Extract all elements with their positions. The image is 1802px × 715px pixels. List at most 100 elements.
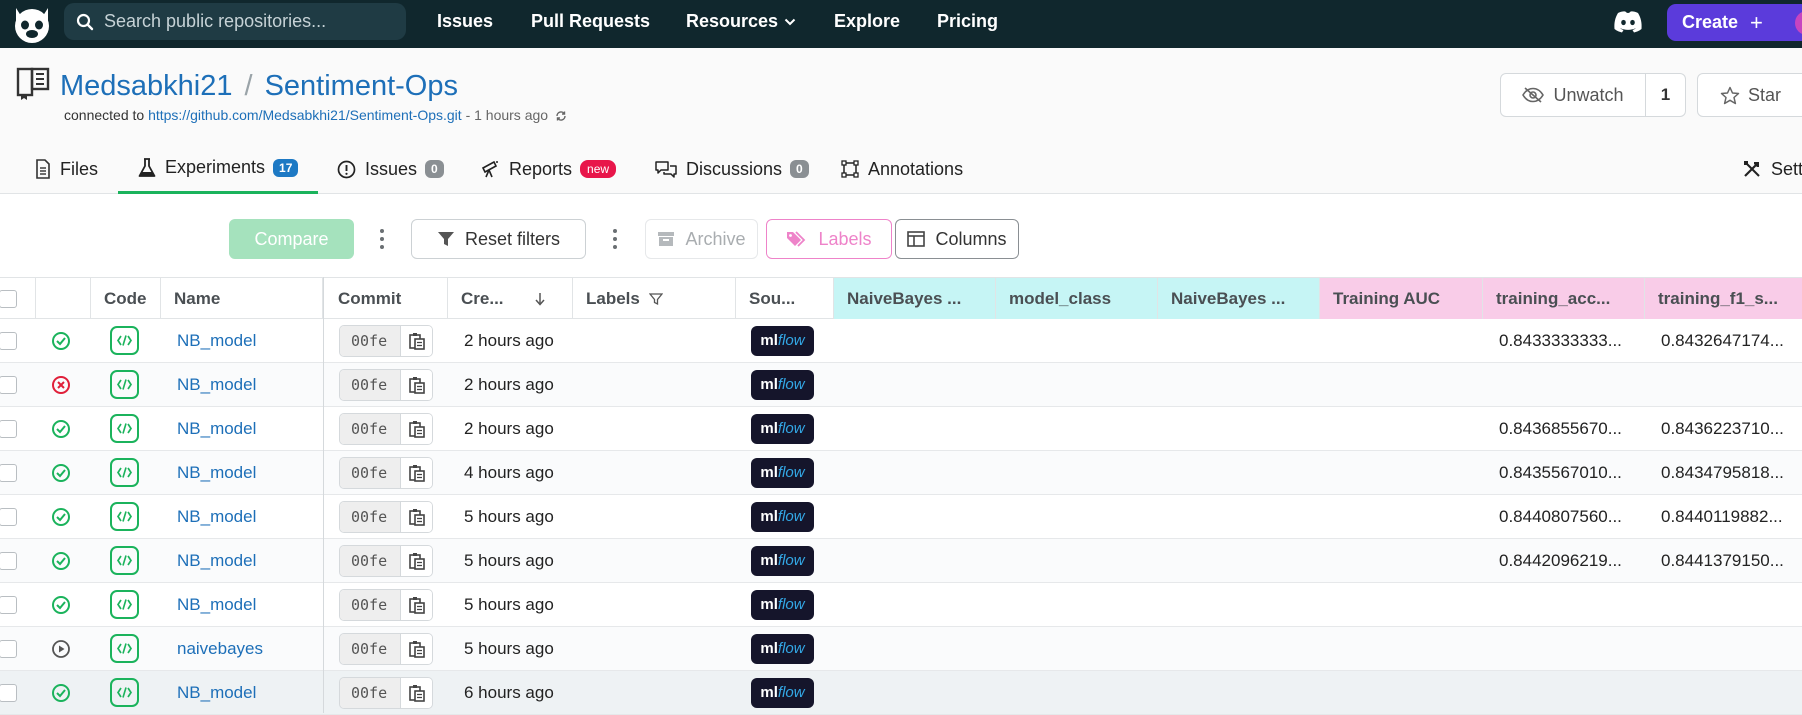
metric-header-training-f1[interactable]: training_f1_s...	[1645, 278, 1802, 319]
copy-icon[interactable]	[400, 325, 432, 356]
tab-settings[interactable]: Setti	[1742, 144, 1802, 194]
experiment-name-link[interactable]: NB_model	[177, 595, 256, 615]
commit-hash[interactable]: 00fe	[340, 413, 400, 444]
row-checkbox[interactable]	[0, 419, 17, 438]
star-button[interactable]: Star	[1697, 73, 1802, 117]
row-checkbox[interactable]	[0, 551, 17, 570]
source-header[interactable]: Sou...	[736, 278, 834, 319]
compare-button[interactable]: Compare	[229, 219, 354, 259]
copy-icon[interactable]	[400, 545, 432, 576]
row-checkbox[interactable]	[0, 375, 17, 394]
param-header-model-class[interactable]: model_class	[996, 278, 1158, 319]
experiment-name-link[interactable]: NB_model	[177, 507, 256, 527]
code-icon[interactable]	[110, 634, 139, 663]
commit-hash[interactable]: 00fe	[340, 589, 400, 620]
copy-icon[interactable]	[400, 677, 432, 708]
reset-filters-button[interactable]: Reset filters	[411, 219, 586, 259]
code-icon[interactable]	[110, 590, 139, 619]
experiment-name-link[interactable]: NB_model	[177, 331, 256, 351]
filters-menu-icon[interactable]	[612, 229, 618, 249]
table-row[interactable]: NB_model 00fe 2 hours ago ml flow	[0, 363, 1802, 407]
experiment-name-link[interactable]: NB_model	[177, 551, 256, 571]
commit-hash[interactable]: 00fe	[340, 457, 400, 488]
search-input[interactable]	[104, 11, 394, 32]
filter-outline-icon[interactable]	[648, 292, 663, 306]
table-row[interactable]: NB_model 00fe 2 hours ago ml flow 0.843333333…	[0, 319, 1802, 363]
copy-icon[interactable]	[400, 413, 432, 444]
commit-hash[interactable]: 00fe	[340, 325, 400, 356]
row-checkbox[interactable]	[0, 639, 17, 658]
table-row[interactable]: NB_model 00fe 4 hours ago ml flow 0.843556701…	[0, 451, 1802, 495]
experiment-name-link[interactable]: NB_model	[177, 683, 256, 703]
created-header[interactable]: Cre...	[448, 278, 573, 319]
tab-discussions[interactable]: Discussions 0	[655, 144, 809, 194]
table-row[interactable]: NB_model 00fe 5 hours ago ml flow 0.844209621…	[0, 539, 1802, 583]
commit-hash[interactable]: 00fe	[340, 545, 400, 576]
tab-reports[interactable]: Reports new	[480, 144, 617, 194]
code-icon[interactable]	[110, 546, 139, 575]
tab-files[interactable]: Files	[35, 144, 98, 194]
experiment-name-link[interactable]: NB_model	[177, 419, 256, 439]
sort-down-icon[interactable]	[534, 292, 546, 306]
row-checkbox[interactable]	[0, 463, 17, 482]
commit-header[interactable]: Commit	[325, 278, 448, 319]
labels-header[interactable]: Labels	[573, 278, 736, 319]
row-checkbox[interactable]	[0, 595, 17, 614]
discord-icon[interactable]	[1613, 10, 1643, 34]
param-header-naivebayes-1[interactable]: NaiveBayes ...	[834, 278, 996, 319]
tab-annotations[interactable]: Annotations	[841, 144, 963, 194]
nav-pull-requests[interactable]: Pull Requests	[531, 11, 650, 32]
commit-hash[interactable]: 00fe	[340, 369, 400, 400]
copy-icon[interactable]	[400, 369, 432, 400]
code-icon[interactable]	[110, 414, 139, 443]
commit-hash[interactable]: 00fe	[340, 501, 400, 532]
connected-url-link[interactable]: https://github.com/Medsabkhi21/Sentiment…	[148, 107, 462, 123]
commit-hash[interactable]: 00fe	[340, 633, 400, 664]
select-all-checkbox[interactable]	[0, 289, 17, 308]
metric-header-training-auc[interactable]: Training AUC	[1320, 278, 1483, 319]
repo-name-link[interactable]: Sentiment-Ops	[265, 70, 458, 102]
tab-experiments[interactable]: Experiments 17	[118, 144, 319, 194]
row-checkbox[interactable]	[0, 683, 17, 702]
commit-hash[interactable]: 00fe	[340, 677, 400, 708]
table-row[interactable]: naivebayes 00fe 5 hours ago ml flow	[0, 627, 1802, 671]
compare-menu-icon[interactable]	[379, 229, 385, 249]
name-header[interactable]: Name	[161, 278, 323, 319]
code-icon[interactable]	[110, 502, 139, 531]
repo-owner-link[interactable]: Medsabkhi21	[60, 70, 233, 102]
code-icon[interactable]	[110, 370, 139, 399]
metric-header-training-accuracy[interactable]: training_acc...	[1483, 278, 1645, 319]
row-checkbox[interactable]	[0, 507, 17, 526]
create-button[interactable]: Create +	[1667, 4, 1802, 41]
copy-icon[interactable]	[400, 589, 432, 620]
copy-icon[interactable]	[400, 633, 432, 664]
table-row[interactable]: NB_model 00fe 2 hours ago ml flow 0.843685567…	[0, 407, 1802, 451]
code-header[interactable]: Code	[91, 278, 161, 319]
sync-icon[interactable]	[555, 110, 567, 122]
archive-button[interactable]: Archive	[645, 219, 758, 259]
row-checkbox[interactable]	[0, 331, 17, 350]
table-row[interactable]: NB_model 00fe 5 hours ago ml flow	[0, 583, 1802, 627]
nav-issues[interactable]: Issues	[437, 11, 493, 32]
param-header-naivebayes-2[interactable]: NaiveBayes ...	[1158, 278, 1320, 319]
nav-explore[interactable]: Explore	[834, 11, 900, 32]
table-row[interactable]: NB_model 00fe 5 hours ago ml flow 0.844080756…	[0, 495, 1802, 539]
copy-icon[interactable]	[400, 501, 432, 532]
nav-resources[interactable]: Resources	[686, 11, 796, 32]
table-row[interactable]: NB_model 00fe 6 hours ago ml flow	[0, 671, 1802, 715]
unwatch-button[interactable]: Unwatch	[1500, 73, 1646, 117]
tab-issues[interactable]: Issues 0	[337, 144, 444, 194]
watch-count[interactable]: 1	[1646, 73, 1686, 117]
experiment-name-link[interactable]: NB_model	[177, 375, 256, 395]
copy-icon[interactable]	[400, 457, 432, 488]
nav-pricing[interactable]: Pricing	[937, 11, 998, 32]
code-icon[interactable]	[110, 458, 139, 487]
experiment-name-link[interactable]: naivebayes	[177, 639, 263, 659]
code-icon[interactable]	[110, 678, 139, 707]
code-icon[interactable]	[110, 326, 139, 355]
dagshub-logo-icon[interactable]	[10, 2, 54, 46]
labels-button[interactable]: Labels	[766, 219, 892, 259]
search-bar[interactable]	[64, 3, 406, 40]
experiment-name-link[interactable]: NB_model	[177, 463, 256, 483]
columns-button[interactable]: Columns	[895, 219, 1019, 259]
